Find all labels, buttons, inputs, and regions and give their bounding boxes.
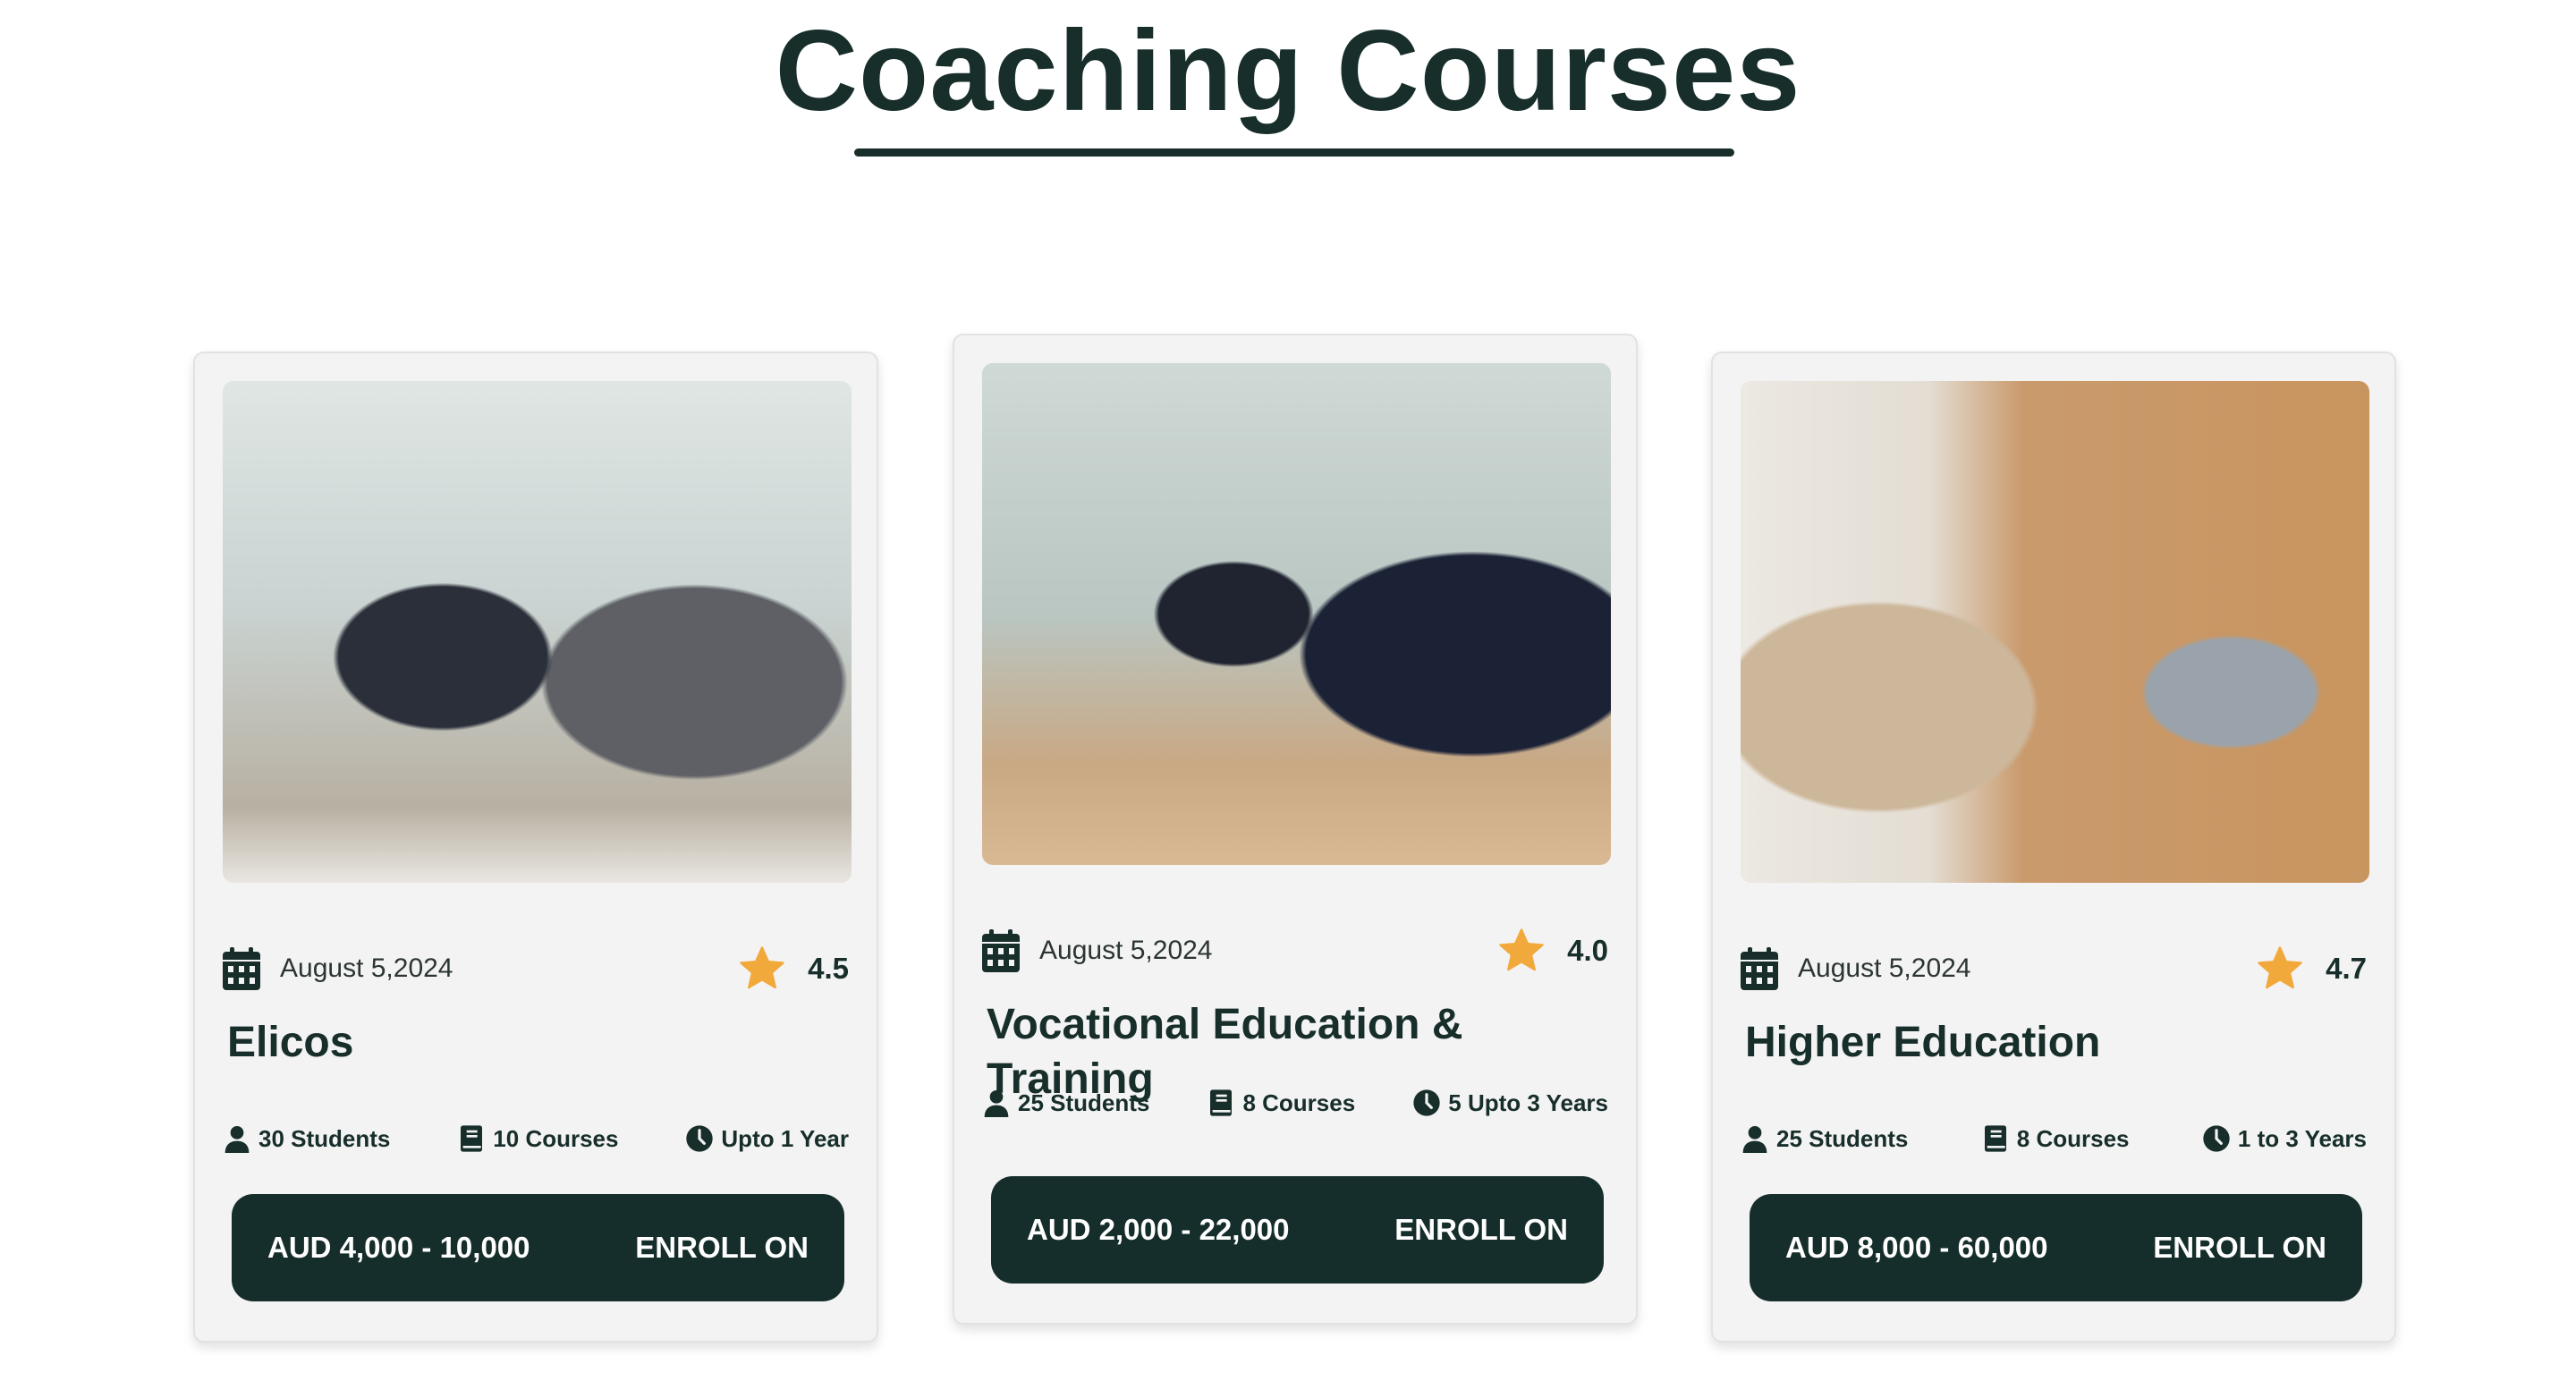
rating: 4.0 bbox=[1497, 928, 1608, 974]
clock-icon bbox=[1413, 1089, 1440, 1116]
enroll-button[interactable]: AUD 2,000 - 22,000 ENROLL ON bbox=[991, 1176, 1604, 1284]
rating: 4.5 bbox=[738, 945, 849, 992]
calendar-icon bbox=[982, 929, 1020, 972]
courses-count: 8 Courses bbox=[2016, 1124, 2130, 1152]
price-range: AUD 2,000 - 22,000 bbox=[1027, 1213, 1290, 1246]
rating-value: 4.0 bbox=[1567, 934, 1608, 967]
course-image bbox=[223, 381, 852, 883]
rating: 4.7 bbox=[2256, 945, 2367, 992]
calendar-icon bbox=[1741, 947, 1778, 990]
book-icon bbox=[461, 1125, 483, 1152]
course-card: August 5,2024 4.7 Higher Education 25 St… bbox=[1711, 352, 2396, 1343]
course-image bbox=[1741, 381, 2369, 883]
rating-value: 4.7 bbox=[2326, 952, 2367, 985]
duration: 1 to 3 Years bbox=[2237, 1124, 2367, 1152]
enroll-label: ENROLL ON bbox=[1394, 1213, 1568, 1246]
price-range: AUD 4,000 - 10,000 bbox=[267, 1231, 530, 1264]
duration: Upto 1 Year bbox=[721, 1124, 849, 1152]
enroll-label: ENROLL ON bbox=[635, 1231, 809, 1264]
enroll-button[interactable]: AUD 8,000 - 60,000 ENROLL ON bbox=[1750, 1194, 2362, 1301]
rating-value: 4.5 bbox=[808, 952, 849, 985]
students-count: 25 Students bbox=[1018, 1089, 1150, 1116]
course-date: August 5,2024 bbox=[1039, 936, 1213, 965]
book-icon bbox=[1984, 1125, 2006, 1152]
star-icon bbox=[1499, 928, 1544, 971]
page-title: Coaching Courses bbox=[775, 7, 1801, 135]
star-icon bbox=[2258, 946, 2302, 989]
clock-icon bbox=[686, 1125, 714, 1152]
course-date: August 5,2024 bbox=[280, 953, 453, 983]
course-title[interactable]: Higher Education bbox=[1745, 1015, 2362, 1070]
star-icon bbox=[740, 946, 784, 989]
user-icon bbox=[225, 1126, 250, 1153]
courses-count: 10 Courses bbox=[493, 1124, 619, 1152]
course-title[interactable]: Elicos bbox=[227, 1015, 844, 1070]
courses-count: 8 Courses bbox=[1242, 1089, 1356, 1116]
title-underline bbox=[854, 148, 1734, 157]
course-card: August 5,2024 4.5 Elicos 30 Students 10 … bbox=[193, 352, 878, 1343]
enroll-button[interactable]: AUD 4,000 - 10,000 ENROLL ON bbox=[232, 1194, 844, 1301]
price-range: AUD 8,000 - 60,000 bbox=[1785, 1231, 2048, 1264]
calendar-icon bbox=[223, 947, 260, 990]
user-icon bbox=[1742, 1126, 1767, 1153]
course-image bbox=[982, 363, 1611, 865]
students-count: 25 Students bbox=[1776, 1124, 1909, 1152]
students-count: 30 Students bbox=[258, 1124, 391, 1152]
course-card: August 5,2024 4.0 Vocational Education &… bbox=[953, 334, 1638, 1325]
enroll-label: ENROLL ON bbox=[2153, 1231, 2326, 1264]
book-icon bbox=[1210, 1089, 1233, 1116]
clock-icon bbox=[2203, 1125, 2230, 1152]
course-date: August 5,2024 bbox=[1798, 953, 1971, 983]
duration: 5 Upto 3 Years bbox=[1448, 1089, 1608, 1116]
user-icon bbox=[984, 1090, 1009, 1117]
